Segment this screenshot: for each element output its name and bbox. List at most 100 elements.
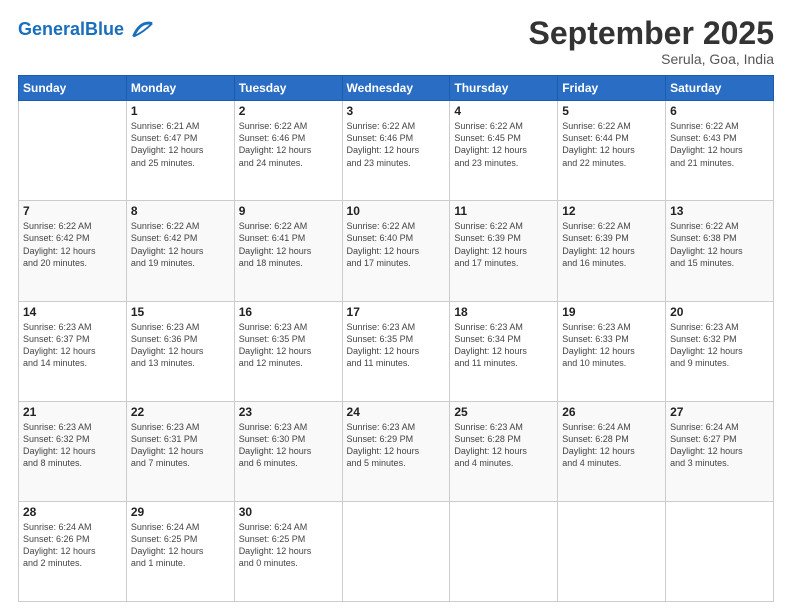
- calendar-cell: 5 Sunrise: 6:22 AM Sunset: 6:44 PM Daylig…: [558, 101, 666, 201]
- day-number: 12: [562, 204, 661, 218]
- day-number: 1: [131, 104, 230, 118]
- calendar-cell: 13Sunrise: 6:22 AM Sunset: 6:38 PM Dayli…: [666, 201, 774, 301]
- day-info: Sunrise: 6:22 AM Sunset: 6:46 PM Dayligh…: [347, 120, 446, 169]
- day-number: 19: [562, 305, 661, 319]
- day-info: Sunrise: 6:23 AM Sunset: 6:34 PM Dayligh…: [454, 321, 553, 370]
- day-info: Sunrise: 6:22 AM Sunset: 6:43 PM Dayligh…: [670, 120, 769, 169]
- day-info: Sunrise: 6:23 AM Sunset: 6:31 PM Dayligh…: [131, 421, 230, 470]
- day-number: 8: [131, 204, 230, 218]
- calendar-cell: 2Sunrise: 6:22 AM Sunset: 6:46 PM Daylig…: [234, 101, 342, 201]
- calendar-cell: 11 Sunrise: 6:22 AM Sunset: 6:39 PM Dayli…: [450, 201, 558, 301]
- calendar-cell: 30 Sunrise: 6:24 AM Sunset: 6:25 PM Dayli…: [234, 501, 342, 601]
- calendar-cell: 21Sunrise: 6:23 AM Sunset: 6:32 PM Dayli…: [19, 401, 127, 501]
- calendar-cell: 6Sunrise: 6:22 AM Sunset: 6:43 PM Daylig…: [666, 101, 774, 201]
- day-info: Sunrise: 6:24 AM Sunset: 6:27 PM Dayligh…: [670, 421, 769, 470]
- calendar-cell: 9Sunrise: 6:22 AM Sunset: 6:41 PM Daylig…: [234, 201, 342, 301]
- calendar-cell: 3 Sunrise: 6:22 AM Sunset: 6:46 PM Daylig…: [342, 101, 450, 201]
- day-number: 4: [454, 104, 553, 118]
- calendar-cell: 16 Sunrise: 6:23 AM Sunset: 6:35 PM Dayli…: [234, 301, 342, 401]
- calendar-cell: 1 Sunrise: 6:21 AM Sunset: 6:47 PM Daylig…: [126, 101, 234, 201]
- day-info: Sunrise: 6:23 AM Sunset: 6:30 PM Dayligh…: [239, 421, 338, 470]
- day-info: Sunrise: 6:23 AM Sunset: 6:32 PM Dayligh…: [670, 321, 769, 370]
- day-number: 17: [347, 305, 446, 319]
- header: GeneralBlue September 2025 Serula, Goa, …: [18, 16, 774, 67]
- calendar-cell: [19, 101, 127, 201]
- page: GeneralBlue September 2025 Serula, Goa, …: [0, 0, 792, 612]
- calendar-week-row: 7 Sunrise: 6:22 AM Sunset: 6:42 PM Daylig…: [19, 201, 774, 301]
- calendar-cell: 22 Sunrise: 6:23 AM Sunset: 6:31 PM Dayli…: [126, 401, 234, 501]
- day-header-thursday: Thursday: [450, 76, 558, 101]
- calendar-cell: 25 Sunrise: 6:23 AM Sunset: 6:28 PM Dayli…: [450, 401, 558, 501]
- day-number: 21: [23, 405, 122, 419]
- day-info: Sunrise: 6:23 AM Sunset: 6:35 PM Dayligh…: [239, 321, 338, 370]
- day-info: Sunrise: 6:23 AM Sunset: 6:36 PM Dayligh…: [131, 321, 230, 370]
- day-number: 7: [23, 204, 122, 218]
- calendar-week-row: 1 Sunrise: 6:21 AM Sunset: 6:47 PM Daylig…: [19, 101, 774, 201]
- day-number: 5: [562, 104, 661, 118]
- day-number: 10: [347, 204, 446, 218]
- calendar-cell: 7 Sunrise: 6:22 AM Sunset: 6:42 PM Daylig…: [19, 201, 127, 301]
- day-number: 30: [239, 505, 338, 519]
- calendar-cell: [450, 501, 558, 601]
- calendar-week-row: 28 Sunrise: 6:24 AM Sunset: 6:26 PM Dayli…: [19, 501, 774, 601]
- day-info: Sunrise: 6:22 AM Sunset: 6:41 PM Dayligh…: [239, 220, 338, 269]
- day-info: Sunrise: 6:22 AM Sunset: 6:42 PM Dayligh…: [23, 220, 122, 269]
- day-header-wednesday: Wednesday: [342, 76, 450, 101]
- day-number: 15: [131, 305, 230, 319]
- day-header-friday: Friday: [558, 76, 666, 101]
- logo-icon: [126, 16, 154, 44]
- day-info: Sunrise: 6:23 AM Sunset: 6:28 PM Dayligh…: [454, 421, 553, 470]
- day-number: 18: [454, 305, 553, 319]
- day-number: 28: [23, 505, 122, 519]
- day-info: Sunrise: 6:24 AM Sunset: 6:25 PM Dayligh…: [131, 521, 230, 570]
- day-info: Sunrise: 6:23 AM Sunset: 6:37 PM Dayligh…: [23, 321, 122, 370]
- day-info: Sunrise: 6:23 AM Sunset: 6:33 PM Dayligh…: [562, 321, 661, 370]
- logo-text: GeneralBlue: [18, 20, 124, 40]
- day-number: 11: [454, 204, 553, 218]
- logo: GeneralBlue: [18, 16, 154, 44]
- day-header-tuesday: Tuesday: [234, 76, 342, 101]
- calendar-cell: 29 Sunrise: 6:24 AM Sunset: 6:25 PM Dayli…: [126, 501, 234, 601]
- day-number: 23: [239, 405, 338, 419]
- day-number: 20: [670, 305, 769, 319]
- calendar-cell: 20 Sunrise: 6:23 AM Sunset: 6:32 PM Dayli…: [666, 301, 774, 401]
- day-number: 3: [347, 104, 446, 118]
- calendar-cell: 23 Sunrise: 6:23 AM Sunset: 6:30 PM Dayli…: [234, 401, 342, 501]
- day-info: Sunrise: 6:22 AM Sunset: 6:39 PM Dayligh…: [454, 220, 553, 269]
- day-info: Sunrise: 6:22 AM Sunset: 6:44 PM Dayligh…: [562, 120, 661, 169]
- day-info: Sunrise: 6:22 AM Sunset: 6:42 PM Dayligh…: [131, 220, 230, 269]
- calendar-cell: 14 Sunrise: 6:23 AM Sunset: 6:37 PM Dayli…: [19, 301, 127, 401]
- day-info: Sunrise: 6:23 AM Sunset: 6:35 PM Dayligh…: [347, 321, 446, 370]
- day-info: Sunrise: 6:23 AM Sunset: 6:29 PM Dayligh…: [347, 421, 446, 470]
- calendar-cell: 15 Sunrise: 6:23 AM Sunset: 6:36 PM Dayli…: [126, 301, 234, 401]
- day-number: 27: [670, 405, 769, 419]
- day-number: 24: [347, 405, 446, 419]
- day-info: Sunrise: 6:24 AM Sunset: 6:26 PM Dayligh…: [23, 521, 122, 570]
- day-info: Sunrise: 6:24 AM Sunset: 6:28 PM Dayligh…: [562, 421, 661, 470]
- calendar-cell: [666, 501, 774, 601]
- day-number: 13: [670, 204, 769, 218]
- calendar-cell: 18 Sunrise: 6:23 AM Sunset: 6:34 PM Dayli…: [450, 301, 558, 401]
- day-info: Sunrise: 6:22 AM Sunset: 6:39 PM Dayligh…: [562, 220, 661, 269]
- title-block: September 2025 Serula, Goa, India: [529, 16, 774, 67]
- day-number: 29: [131, 505, 230, 519]
- calendar-cell: 27 Sunrise: 6:24 AM Sunset: 6:27 PM Dayli…: [666, 401, 774, 501]
- calendar-cell: 19 Sunrise: 6:23 AM Sunset: 6:33 PM Dayli…: [558, 301, 666, 401]
- calendar-cell: 12 Sunrise: 6:22 AM Sunset: 6:39 PM Dayli…: [558, 201, 666, 301]
- day-header-monday: Monday: [126, 76, 234, 101]
- day-info: Sunrise: 6:22 AM Sunset: 6:45 PM Dayligh…: [454, 120, 553, 169]
- day-number: 2: [239, 104, 338, 118]
- day-header-sunday: Sunday: [19, 76, 127, 101]
- day-number: 14: [23, 305, 122, 319]
- day-number: 16: [239, 305, 338, 319]
- day-info: Sunrise: 6:24 AM Sunset: 6:25 PM Dayligh…: [239, 521, 338, 570]
- calendar-table: SundayMondayTuesdayWednesdayThursdayFrid…: [18, 75, 774, 602]
- day-number: 22: [131, 405, 230, 419]
- calendar-cell: 28 Sunrise: 6:24 AM Sunset: 6:26 PM Dayli…: [19, 501, 127, 601]
- day-info: Sunrise: 6:22 AM Sunset: 6:40 PM Dayligh…: [347, 220, 446, 269]
- location: Serula, Goa, India: [529, 51, 774, 67]
- day-number: 25: [454, 405, 553, 419]
- calendar-cell: [558, 501, 666, 601]
- day-header-saturday: Saturday: [666, 76, 774, 101]
- day-info: Sunrise: 6:21 AM Sunset: 6:47 PM Dayligh…: [131, 120, 230, 169]
